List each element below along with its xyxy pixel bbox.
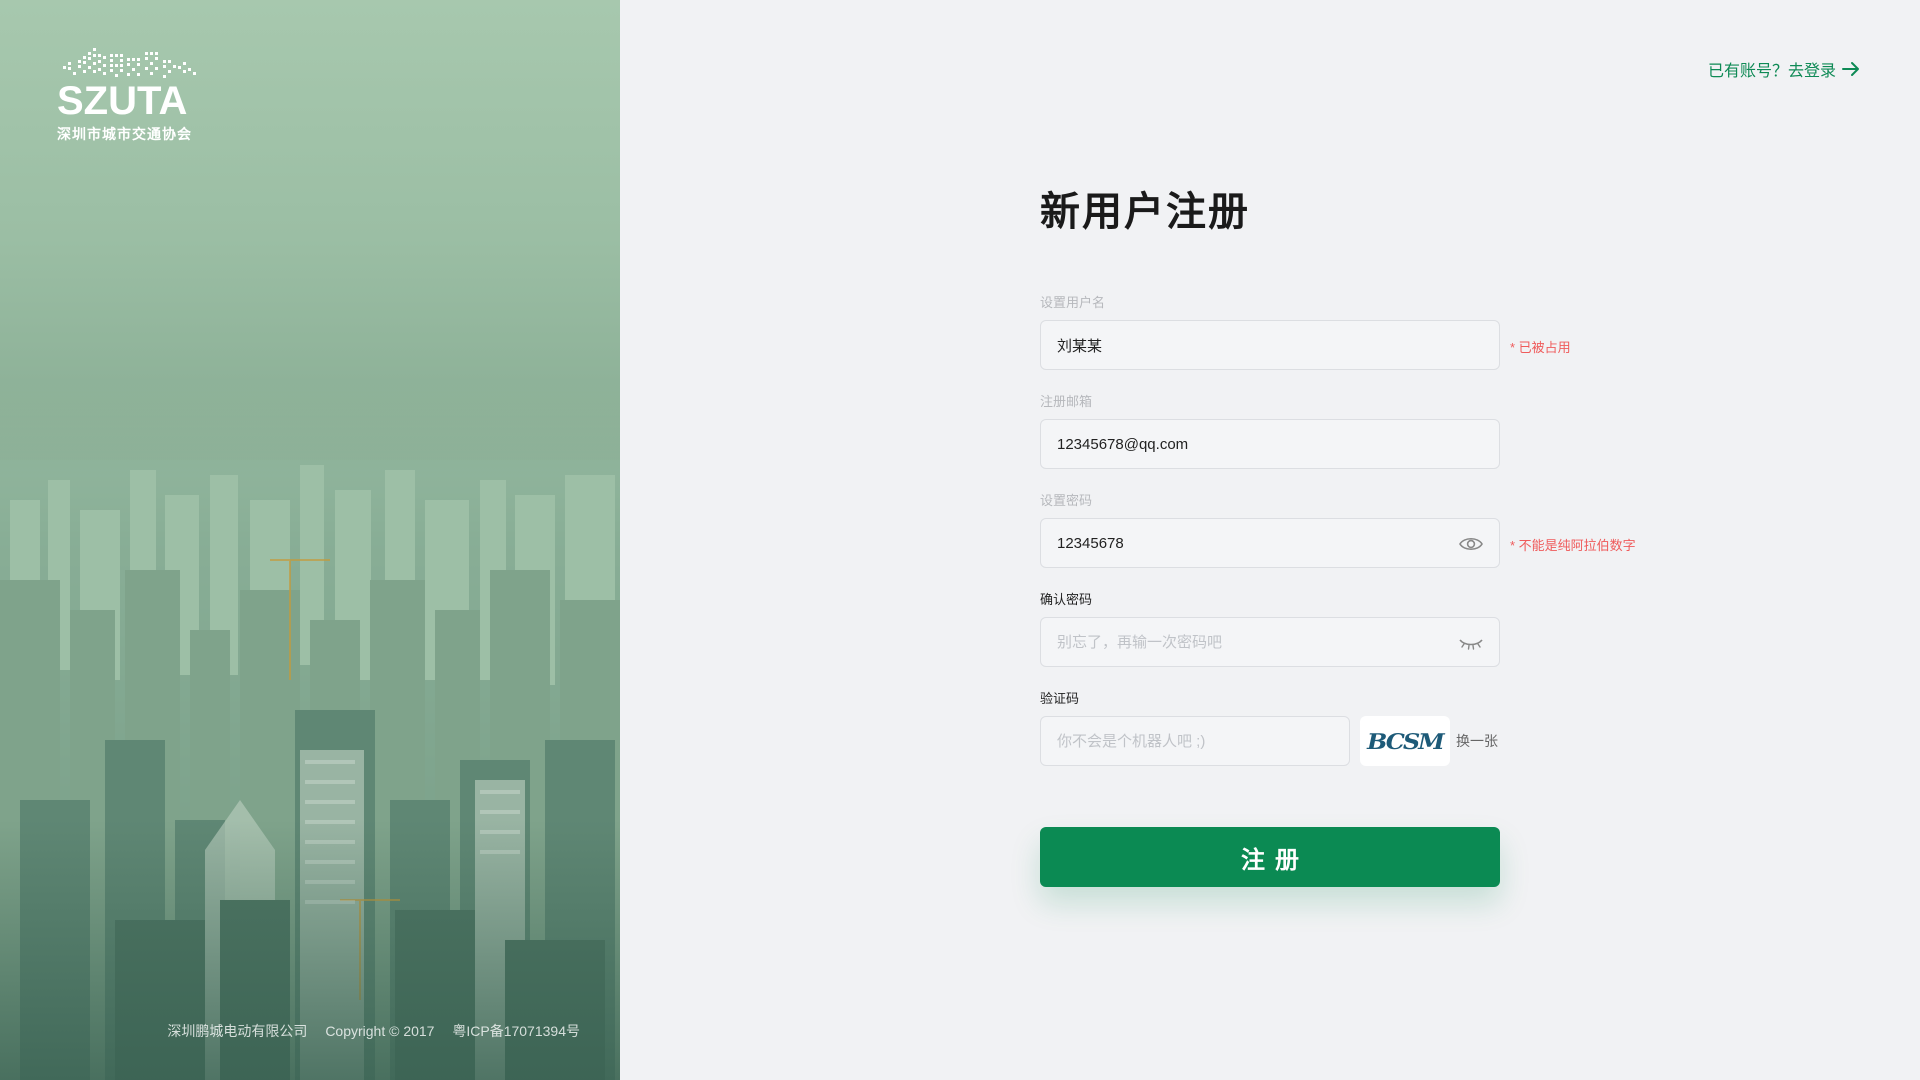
email-box: [1040, 419, 1500, 469]
confirm-password-group: 确认密码: [1040, 591, 1500, 667]
captcha-group: 验证码 BCSM 换一张: [1040, 690, 1498, 766]
confirm-password-box: [1040, 617, 1500, 667]
eye-open-icon[interactable]: [1459, 534, 1483, 554]
footer-company: 深圳鹏城电动有限公司: [167, 1023, 308, 1039]
footer: 深圳鹏城电动有限公司 Copyright © 2017 粤ICP备1707139…: [0, 1021, 580, 1041]
go-to-login-link[interactable]: 已有账号？去登录: [1708, 57, 1860, 81]
captcha-box: [1040, 716, 1350, 766]
username-error: * 已被占用: [1510, 340, 1571, 355]
password-box: [1040, 518, 1500, 568]
arrow-right-icon: [1842, 62, 1859, 76]
captcha-label: 验证码: [1040, 691, 1080, 706]
logo-graphic: SZUTA: [57, 48, 196, 120]
page-title: 新用户注册: [1040, 190, 1250, 234]
username-group: 设置用户名 * 已被占用: [1040, 294, 1571, 370]
login-link-label: 已有账号？去登录: [1707, 63, 1836, 80]
captcha-image-text: BCSM: [1364, 727, 1446, 755]
confirm-password-input[interactable]: [1041, 618, 1499, 666]
brand-subtitle: 深圳市城市交通协会: [57, 126, 192, 142]
brand-panel: SZUTA 深圳市城市交通协会 深圳鹏城电动有限公司 Copyright © 2…: [0, 0, 620, 1080]
refresh-captcha-link[interactable]: 换一张: [1456, 731, 1498, 751]
username-input[interactable]: [1041, 321, 1499, 369]
brand-logo: SZUTA 深圳市城市交通协会: [57, 48, 207, 144]
footer-copyright: Copyright © 2017: [325, 1023, 435, 1039]
password-input[interactable]: [1041, 519, 1499, 567]
email-input[interactable]: [1041, 420, 1499, 468]
captcha-input[interactable]: [1041, 717, 1349, 765]
password-error: * 不能是纯阿拉伯数字: [1510, 538, 1636, 553]
email-label: 注册邮箱: [1040, 394, 1093, 409]
password-group: 设置密码 * 不能是纯阿拉伯数字: [1040, 492, 1636, 568]
register-form: 新用户注册 设置用户名 * 已被占用 注册邮箱 设置密码 * 不能是纯阿拉伯数字…: [1040, 184, 1636, 887]
footer-icp[interactable]: 粤ICP备17071394号: [452, 1023, 580, 1039]
bottom-overlay: [0, 820, 620, 1080]
logo-wordmark: SZUTA: [57, 79, 187, 120]
captcha-image[interactable]: BCSM: [1360, 716, 1450, 766]
eye-closed-icon[interactable]: [1459, 633, 1483, 653]
confirm-password-label: 确认密码: [1040, 592, 1093, 607]
register-button[interactable]: 注册: [1040, 827, 1500, 887]
username-label: 设置用户名: [1040, 295, 1106, 310]
email-group: 注册邮箱: [1040, 393, 1500, 469]
captcha-row: BCSM 换一张: [1040, 716, 1498, 766]
username-box: [1040, 320, 1500, 370]
password-label: 设置密码: [1040, 493, 1093, 508]
